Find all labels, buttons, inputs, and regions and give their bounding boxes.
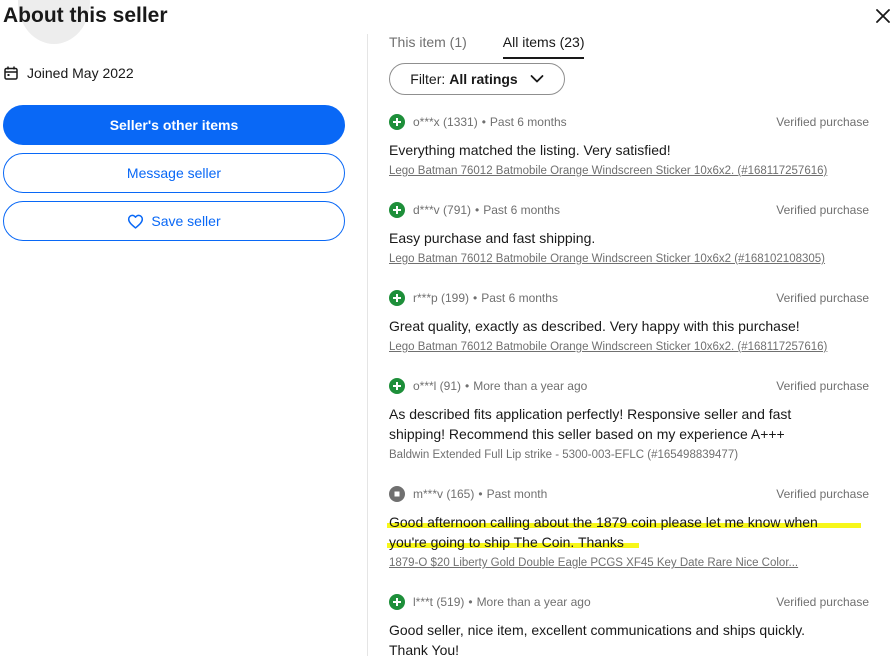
- review-text: Good afternoon calling about the 1879 co…: [389, 514, 818, 550]
- feedback-tabs: This item (1) All items (23): [389, 34, 585, 59]
- review-item: r***p (199) • Past 6 months Verified pur…: [389, 290, 869, 353]
- verified-purchase-label: Verified purchase: [776, 115, 869, 129]
- ratings-filter-dropdown[interactable]: Filter: All ratings: [389, 63, 565, 95]
- filter-prefix: Filter:: [410, 71, 446, 87]
- save-seller-button[interactable]: Save seller: [3, 201, 345, 241]
- review-item: l***t (519) • More than a year ago Verif…: [389, 593, 869, 656]
- verified-purchase-label: Verified purchase: [776, 379, 869, 393]
- reviewer-name: d***v (791): [413, 203, 472, 217]
- review-item: o***l (91) • More than a year ago Verifi…: [389, 378, 869, 461]
- positive-rating-icon: [389, 202, 405, 218]
- verified-purchase-label: Verified purchase: [776, 203, 869, 217]
- review-item-link[interactable]: 1879-O $20 Liberty Gold Double Eagle PCG…: [389, 557, 859, 569]
- filter-value: All ratings: [449, 71, 518, 87]
- positive-rating-icon: [389, 378, 405, 394]
- review-text: As described fits application perfectly!…: [389, 406, 792, 442]
- calendar-icon: [4, 66, 18, 80]
- tab-all-items[interactable]: All items (23): [502, 34, 585, 59]
- verified-purchase-label: Verified purchase: [776, 291, 869, 305]
- review-time: Past 6 months: [481, 291, 558, 305]
- column-divider: [367, 34, 368, 656]
- review-item: d***v (791) • Past 6 months Verified pur…: [389, 202, 869, 265]
- verified-purchase-label: Verified purchase: [776, 487, 869, 501]
- reviewer-name: l***t (519): [413, 595, 465, 609]
- verified-purchase-label: Verified purchase: [776, 595, 869, 609]
- close-icon: [876, 9, 890, 23]
- review-item: m***v (165) • Past month Verified purcha…: [387, 486, 869, 569]
- heart-icon: [128, 214, 144, 229]
- review-item-link[interactable]: Lego Batman 76012 Batmobile Orange Winds…: [389, 341, 859, 353]
- save-seller-label: Save seller: [151, 213, 221, 229]
- review-time: Past 6 months: [489, 115, 567, 129]
- neutral-rating-icon: [389, 486, 405, 502]
- chevron-down-icon: [530, 75, 544, 83]
- message-seller-button[interactable]: Message seller: [3, 153, 345, 193]
- review-item-link[interactable]: Lego Batman 76012 Batmobile Orange Winds…: [389, 253, 859, 265]
- review-item-link[interactable]: Lego Batman 76012 Batmobile Orange Winds…: [389, 165, 859, 177]
- review-item-link[interactable]: Baldwin Extended Full Lip strike - 5300-…: [389, 449, 859, 461]
- tab-this-item[interactable]: This item (1): [389, 34, 467, 59]
- sellers-other-items-button[interactable]: Seller's other items: [3, 105, 345, 145]
- reviewer-name: m***v (165): [413, 487, 475, 501]
- review-time: Past 6 months: [483, 203, 560, 217]
- review-text: Great quality, exactly as described. Ver…: [389, 318, 800, 334]
- review-time: More than a year ago: [473, 379, 588, 393]
- reviewer-name: r***p (199): [413, 291, 470, 305]
- reviewer-name: o***x (1331): [413, 115, 478, 129]
- review-item: o***x (1331) • Past 6 months Verified pu…: [389, 114, 869, 177]
- joined-date: Joined May 2022: [4, 65, 134, 81]
- review-time: More than a year ago: [476, 595, 591, 609]
- review-text: Easy purchase and fast shipping.: [389, 230, 596, 246]
- joined-text: Joined May 2022: [27, 65, 134, 81]
- page-title: About this seller: [3, 4, 168, 27]
- review-text-highlighted: Good afternoon calling about the 1879 co…: [387, 512, 861, 552]
- review-time: Past month: [486, 487, 548, 501]
- review-text: Everything matched the listing. Very sat…: [389, 142, 671, 158]
- positive-rating-icon: [389, 290, 405, 306]
- positive-rating-icon: [389, 594, 405, 610]
- close-button[interactable]: [871, 4, 895, 28]
- review-text: Good seller, nice item, excellent commun…: [389, 622, 806, 656]
- reviewer-name: o***l (91): [413, 379, 462, 393]
- positive-rating-icon: [389, 114, 405, 130]
